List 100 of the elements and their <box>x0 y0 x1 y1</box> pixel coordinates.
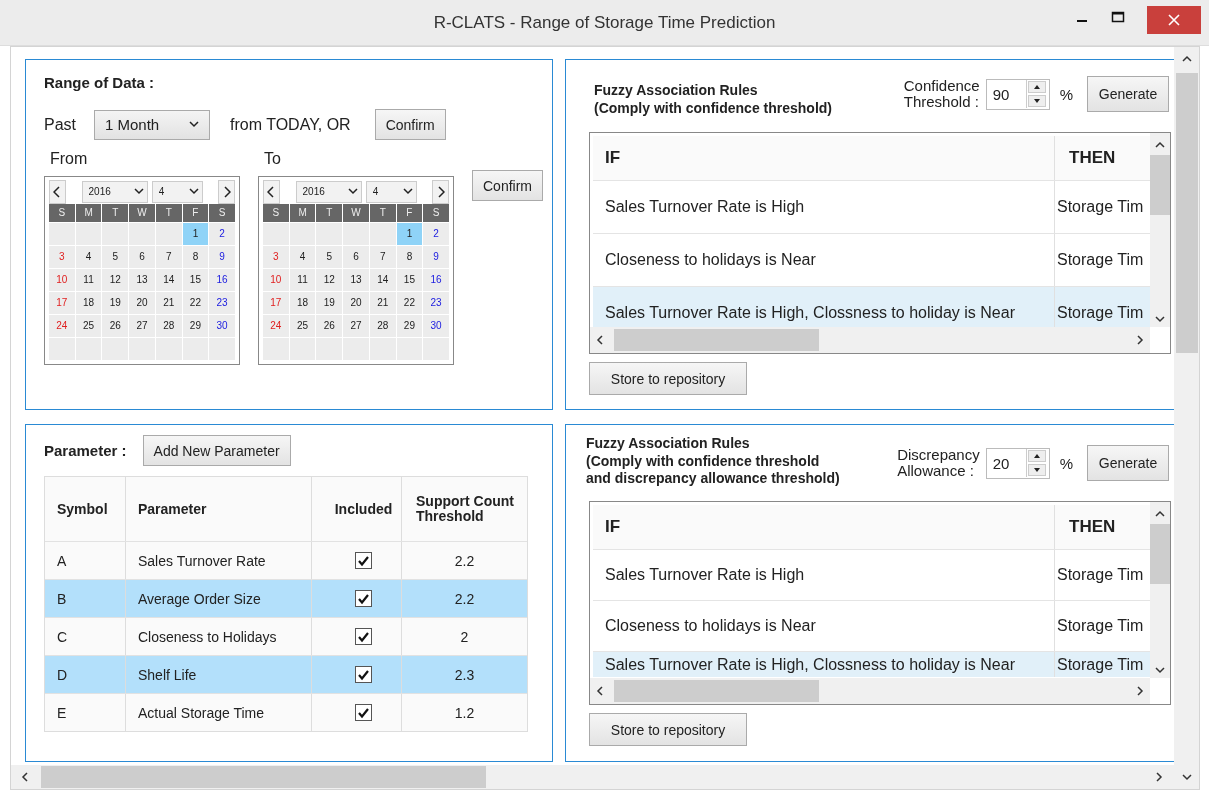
checkbox[interactable] <box>355 628 372 645</box>
calendar-day[interactable]: 8 <box>396 246 423 268</box>
calendar-day[interactable]: 25 <box>289 315 316 337</box>
calendar-day[interactable]: 15 <box>182 269 209 291</box>
calendar-day[interactable]: 29 <box>396 315 423 337</box>
calendar-day[interactable]: 12 <box>316 269 343 291</box>
number-spinner[interactable]: 90 <box>985 78 1050 110</box>
scroll-down-icon[interactable] <box>1181 773 1193 781</box>
scrollbar-thumb[interactable] <box>614 680 819 702</box>
calendar-day[interactable]: 16 <box>209 269 235 291</box>
selected-row[interactable]: B Average Order Size 2.2 <box>45 579 527 617</box>
calendar-day[interactable]: 30 <box>209 315 235 337</box>
scroll-right-icon[interactable] <box>1136 685 1144 697</box>
month-dropdown[interactable]: 4 <box>151 180 204 203</box>
number-spinner[interactable]: 20 <box>985 447 1050 479</box>
calendar-day[interactable]: 26 <box>316 315 343 337</box>
calendar-day[interactable]: 1 <box>396 223 423 245</box>
calendar-day[interactable]: 26 <box>102 315 129 337</box>
calendar-day[interactable]: 7 <box>155 246 182 268</box>
checkbox[interactable] <box>355 590 372 607</box>
scroll-right-icon[interactable] <box>1155 771 1163 783</box>
calendar-day[interactable]: 20 <box>343 292 369 314</box>
scroll-left-icon[interactable] <box>596 685 604 697</box>
spin-down-icon[interactable] <box>1027 464 1046 476</box>
scroll-left-icon[interactable] <box>21 771 29 783</box>
calendar-day[interactable]: 23 <box>423 292 449 314</box>
spin-down-icon[interactable] <box>1027 95 1046 107</box>
calendar-day[interactable]: 28 <box>155 315 182 337</box>
calendar-day[interactable]: 27 <box>343 315 369 337</box>
calendar-day[interactable]: 4 <box>289 246 316 268</box>
calendar-day[interactable]: 29 <box>182 315 209 337</box>
calendar-day[interactable]: 2 <box>209 223 235 245</box>
next-month-button[interactable] <box>218 179 235 204</box>
close-button[interactable] <box>1147 6 1201 34</box>
selected-row[interactable]: Sales Turnover Rate is High, Clossness to holiday is Near Storage Tim <box>593 652 1150 677</box>
calendar-day[interactable]: 1 <box>182 223 209 245</box>
selected-row[interactable]: Sales Turnover Rate is High, Clossness to holiday is Near Storage Tim <box>593 287 1150 327</box>
scroll-up-icon[interactable] <box>1180 55 1193 63</box>
generate-button[interactable]: Generate <box>1087 76 1169 112</box>
scrollbar-thumb[interactable] <box>1175 73 1198 353</box>
year-dropdown[interactable]: 2016 <box>295 180 362 203</box>
calendar-day[interactable]: 3 <box>49 246 75 268</box>
calendar-day[interactable]: 20 <box>129 292 155 314</box>
spin-up-icon[interactable] <box>1027 450 1046 462</box>
calendar-day[interactable]: 11 <box>289 269 316 291</box>
store-button[interactable]: Store to repository <box>589 713 747 746</box>
calendar-day[interactable]: 2 <box>423 223 449 245</box>
calendar-day[interactable]: 17 <box>263 292 289 314</box>
calendar-day[interactable]: 21 <box>155 292 182 314</box>
calendar-day[interactable]: 18 <box>75 292 102 314</box>
calendar-day[interactable]: 7 <box>369 246 396 268</box>
calendar-day[interactable]: 13 <box>343 269 369 291</box>
calendar-day[interactable]: 16 <box>423 269 449 291</box>
calendar-day[interactable]: 6 <box>343 246 369 268</box>
scroll-down-icon[interactable] <box>1154 666 1166 674</box>
calendar-day[interactable]: 21 <box>369 292 396 314</box>
calendar-day[interactable]: 11 <box>75 269 102 291</box>
scroll-left-icon[interactable] <box>596 334 604 346</box>
selected-row[interactable]: D Shelf Life 2.3 <box>45 655 527 693</box>
calendar-day[interactable]: 24 <box>263 315 289 337</box>
calendar-day[interactable]: 10 <box>49 269 75 291</box>
calendar-day[interactable]: 17 <box>49 292 75 314</box>
calendar-day[interactable]: 5 <box>102 246 129 268</box>
checkbox[interactable] <box>355 704 372 721</box>
calendar-day[interactable]: 3 <box>263 246 289 268</box>
confirm-button[interactable]: Confirm <box>472 170 543 201</box>
confirm-button[interactable]: Confirm <box>374 109 446 140</box>
store-button[interactable]: Store to repository <box>589 362 747 395</box>
maximize-icon[interactable] <box>1111 10 1125 24</box>
calendar-day[interactable]: 19 <box>316 292 343 314</box>
previous-month-button[interactable] <box>49 179 66 204</box>
previous-month-button[interactable] <box>263 179 280 204</box>
calendar-day[interactable]: 23 <box>209 292 235 314</box>
calendar-day[interactable]: 18 <box>289 292 316 314</box>
scroll-down-icon[interactable] <box>1154 315 1166 323</box>
calendar-day[interactable]: 22 <box>182 292 209 314</box>
calendar-day[interactable]: 28 <box>369 315 396 337</box>
calendar-day[interactable]: 30 <box>423 315 449 337</box>
calendar-day[interactable]: 8 <box>182 246 209 268</box>
calendar-day[interactable]: 5 <box>316 246 343 268</box>
calendar-day[interactable]: 24 <box>49 315 75 337</box>
scroll-up-icon[interactable] <box>1154 141 1166 149</box>
scrollbar-thumb[interactable] <box>1150 155 1170 215</box>
checkbox[interactable] <box>355 666 372 683</box>
next-month-button[interactable] <box>432 179 449 204</box>
calendar-day[interactable]: 14 <box>369 269 396 291</box>
scrollbar-thumb[interactable] <box>1150 524 1170 584</box>
calendar-day[interactable]: 4 <box>75 246 102 268</box>
calendar-day[interactable]: 15 <box>396 269 423 291</box>
calendar-day[interactable]: 9 <box>209 246 235 268</box>
calendar-day[interactable]: 14 <box>155 269 182 291</box>
calendar-day[interactable]: 22 <box>396 292 423 314</box>
add-parameter-button[interactable]: Add New Parameter <box>142 435 291 466</box>
month-dropdown[interactable]: 4 <box>365 180 418 203</box>
calendar-day[interactable]: 6 <box>129 246 155 268</box>
generate-button[interactable]: Generate <box>1087 445 1169 481</box>
scroll-up-icon[interactable] <box>1154 510 1166 518</box>
calendar-day[interactable]: 27 <box>129 315 155 337</box>
checkbox[interactable] <box>355 552 372 569</box>
scroll-right-icon[interactable] <box>1136 334 1144 346</box>
